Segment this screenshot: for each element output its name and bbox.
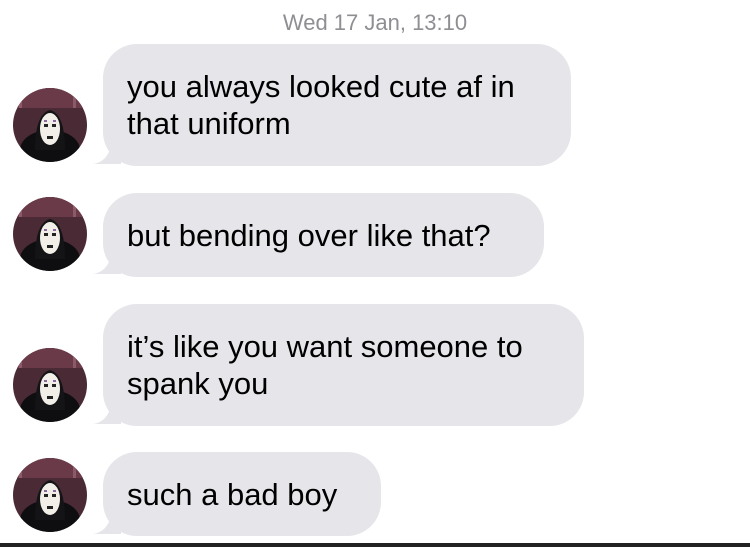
- message-text-line: such a bad boy: [127, 477, 338, 512]
- no-face-avatar-icon[interactable]: [13, 458, 87, 532]
- no-face-avatar-icon[interactable]: [13, 88, 87, 162]
- no-face-avatar-icon[interactable]: [13, 348, 87, 422]
- thread-timestamp: Wed 17 Jan, 13:10: [282, 10, 468, 35]
- incoming-message-bubble[interactable]: such a bad boy: [103, 452, 381, 536]
- message-text-line: but bending over like that?: [127, 218, 491, 253]
- incoming-message-bubble[interactable]: you always looked cute af in that unifor…: [103, 44, 571, 166]
- incoming-message-bubble[interactable]: it’s like you want someone to spank you: [103, 304, 584, 426]
- message-text-line: you always looked cute af in: [127, 69, 515, 104]
- incoming-message-bubble[interactable]: but bending over like that?: [103, 193, 544, 277]
- bottom-divider: [0, 543, 750, 547]
- message-text-line: spank you: [127, 366, 269, 401]
- no-face-avatar-icon[interactable]: [13, 197, 87, 271]
- message-text-line: that uniform: [127, 106, 291, 141]
- message-text-line: it’s like you want someone to: [127, 329, 523, 364]
